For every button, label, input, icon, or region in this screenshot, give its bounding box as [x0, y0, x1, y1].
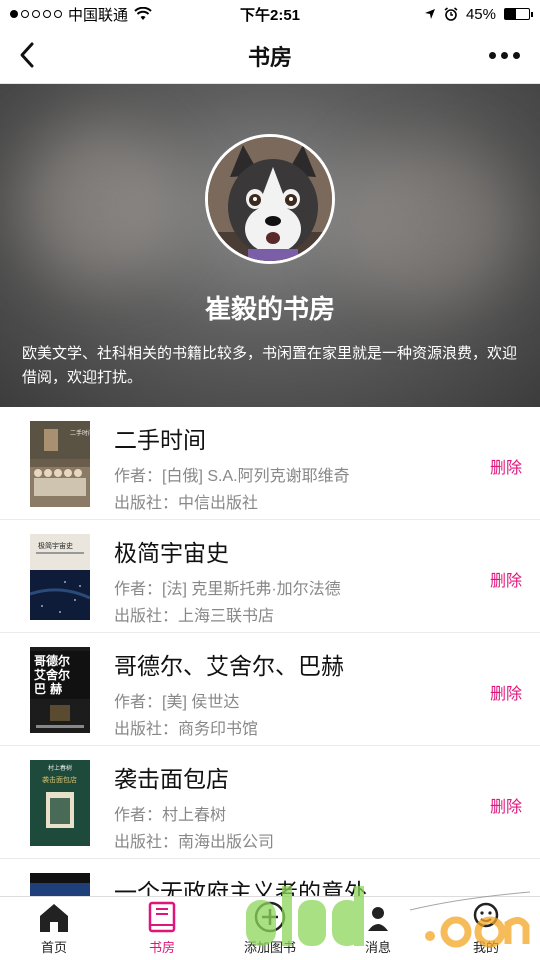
- book-author: 作者：村上春树: [114, 807, 227, 824]
- bottom-tab-bar: 首页 书房 添加图书 消息 我的: [0, 896, 540, 960]
- user-icon: [473, 902, 499, 928]
- book-title: 极简宇宙史: [114, 540, 229, 566]
- book-title: 二手时间: [114, 427, 206, 453]
- avatar[interactable]: [205, 134, 335, 264]
- tab-label: 我的: [472, 940, 499, 955]
- cover-title-line-1: 哥德尔: [34, 653, 70, 668]
- book-author: 作者：[法] 克里斯托弗·加尔法德: [114, 581, 341, 598]
- tab-messages[interactable]: 消息: [324, 897, 432, 960]
- status-time: 下午2:51: [239, 6, 301, 24]
- tab-me[interactable]: 我的: [432, 897, 540, 960]
- page-title: 书房: [247, 44, 292, 70]
- book-icon: [148, 901, 176, 933]
- book-author: 作者：[白俄] S.A.阿列克谢耶维奇: [114, 468, 350, 485]
- home-icon: [40, 904, 68, 932]
- svg-text:二手时间: 二手时间: [70, 429, 90, 437]
- book-item[interactable]: 哥德尔 艾舍尔 巴 赫 哥德尔、艾舍尔、巴赫 作者：[美] 侯世达 出版社：商务…: [0, 633, 540, 746]
- location-arrow-icon: [424, 9, 435, 19]
- book-title: 哥德尔、艾舍尔、巴赫: [114, 653, 344, 679]
- tab-library[interactable]: 书房: [108, 897, 216, 960]
- husky-avatar-image: [208, 137, 332, 261]
- delete-button[interactable]: 删除: [490, 567, 522, 591]
- cover-title-text: 袭击面包店: [42, 775, 77, 784]
- message-icon: [368, 907, 388, 931]
- tab-add-book[interactable]: 添加图书: [216, 897, 324, 960]
- book-item[interactable]: 村上春树 袭击面包店 袭击面包店 作者：村上春树 出版社：南海出版公司 删除: [0, 746, 540, 859]
- delete-button[interactable]: 删除: [490, 454, 522, 478]
- book-publisher: 出版社：商务印书馆: [114, 721, 259, 738]
- cover-author-text: 村上春树: [48, 764, 72, 772]
- battery-percent: 45%: [465, 5, 496, 23]
- tab-label: 添加图书: [243, 940, 296, 955]
- battery-icon: [504, 8, 533, 20]
- alarm-icon: [444, 7, 458, 21]
- library-name: 崔毅的书房: [204, 294, 335, 324]
- book-title: 袭击面包店: [114, 766, 229, 792]
- status-bar: 中国联通 下午2:51 45%: [0, 0, 540, 28]
- delete-button[interactable]: 删除: [490, 793, 522, 817]
- book-publisher: 出版社：上海三联书店: [114, 608, 275, 625]
- tab-home[interactable]: 首页: [0, 897, 108, 960]
- wifi-icon: [134, 7, 152, 20]
- tab-label: 首页: [40, 940, 67, 955]
- status-left: 中国联通: [10, 4, 210, 25]
- book-cover-image: 哥德尔 艾舍尔 巴 赫: [30, 647, 90, 733]
- more-options-icon[interactable]: [489, 52, 520, 59]
- cover-title-line-2: 艾舍尔: [34, 667, 70, 682]
- status-right: 45%: [330, 5, 533, 23]
- book-publisher: 出版社：南海出版公司: [114, 834, 275, 851]
- carrier-name: 中国联通: [68, 6, 129, 24]
- book-list: 二手时间 二手时间 作者：[白俄] S.A.阿列克谢耶维奇 出版社：中信出版社 …: [0, 407, 540, 959]
- cover-title-text: 极简宇宙史: [38, 541, 73, 550]
- add-icon: [254, 901, 286, 933]
- library-description: 欧美文学、社科相关的书籍比较多，书闲置在家里就是一种资源浪费，欢迎借阅，欢迎打扰…: [22, 345, 518, 386]
- tab-label: 书房: [148, 940, 175, 955]
- book-cover-image: 村上春树 袭击面包店: [30, 760, 90, 846]
- book-publisher: 出版社：中信出版社: [114, 495, 259, 512]
- library-header: 崔毅的书房 欧美文学、社科相关的书籍比较多，书闲置在家里就是一种资源浪费，欢迎借…: [0, 84, 540, 407]
- signal-strength-icon: [10, 10, 62, 18]
- tab-label: 消息: [364, 940, 391, 955]
- book-cover-image: 极简宇宙史: [30, 534, 90, 620]
- back-chevron-icon[interactable]: [14, 40, 44, 70]
- delete-button[interactable]: 删除: [490, 680, 522, 704]
- book-cover-image: 二手时间: [30, 421, 90, 507]
- navigation-bar: 书房: [0, 28, 540, 84]
- book-item[interactable]: 二手时间 二手时间 作者：[白俄] S.A.阿列克谢耶维奇 出版社：中信出版社 …: [0, 407, 540, 520]
- book-author: 作者：[美] 侯世达: [114, 694, 240, 711]
- cover-title-line-3: 巴 赫: [34, 681, 62, 696]
- book-item[interactable]: 极简宇宙史 极简宇宙史 作者：[法] 克里斯托弗·加尔法德 出版社：上海三联书店…: [0, 520, 540, 633]
